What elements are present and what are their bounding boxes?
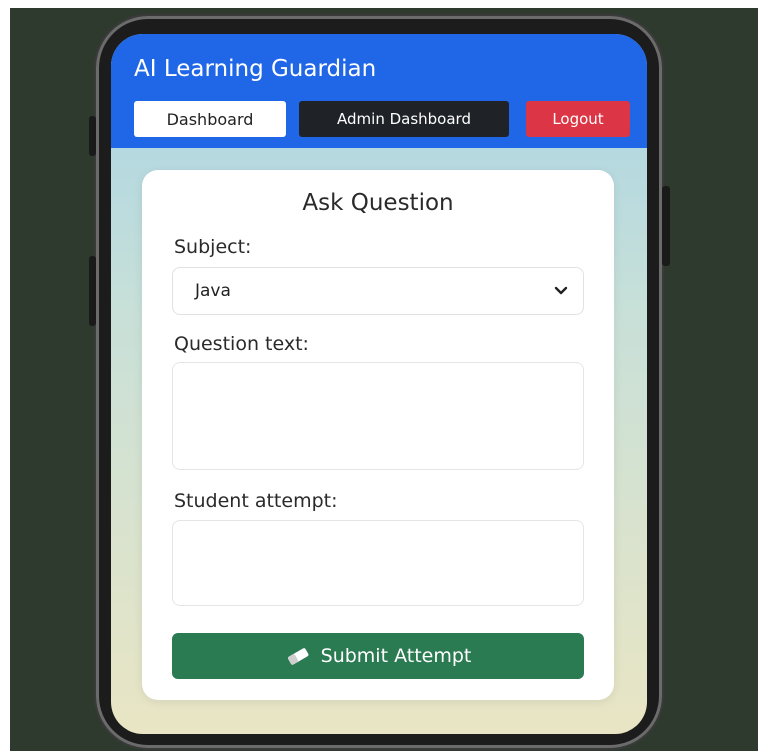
student-attempt-field[interactable] (172, 520, 584, 606)
eraser-icon (287, 648, 309, 665)
phone-side-button (662, 186, 670, 266)
admin-dashboard-button[interactable]: Admin Dashboard (299, 101, 509, 137)
dashboard-button[interactable]: Dashboard (134, 101, 286, 137)
question-text-field[interactable] (172, 362, 584, 470)
subject-selected-value: Java (195, 281, 231, 301)
app-header: AI Learning Guardian Dashboard Admin Das… (111, 34, 647, 148)
card-title: Ask Question (302, 190, 454, 216)
chevron-down-icon (554, 286, 568, 295)
subject-label: Subject: (174, 236, 252, 258)
ask-question-card: Ask Question Subject: Java Question text… (142, 170, 614, 700)
submit-label: Submit Attempt (320, 645, 472, 667)
subject-select[interactable]: Java (172, 267, 584, 315)
student-attempt-label: Student attempt: (174, 490, 338, 512)
submit-attempt-button[interactable]: Submit Attempt (172, 633, 584, 679)
phone-frame: AI Learning Guardian Dashboard Admin Das… (89, 16, 670, 748)
phone-screen: AI Learning Guardian Dashboard Admin Das… (111, 34, 647, 734)
app-title: AI Learning Guardian (134, 56, 377, 82)
logout-button[interactable]: Logout (526, 101, 630, 137)
question-text-label: Question text: (174, 333, 309, 355)
phone-volume-down (89, 256, 96, 326)
phone-volume-up (89, 116, 96, 156)
